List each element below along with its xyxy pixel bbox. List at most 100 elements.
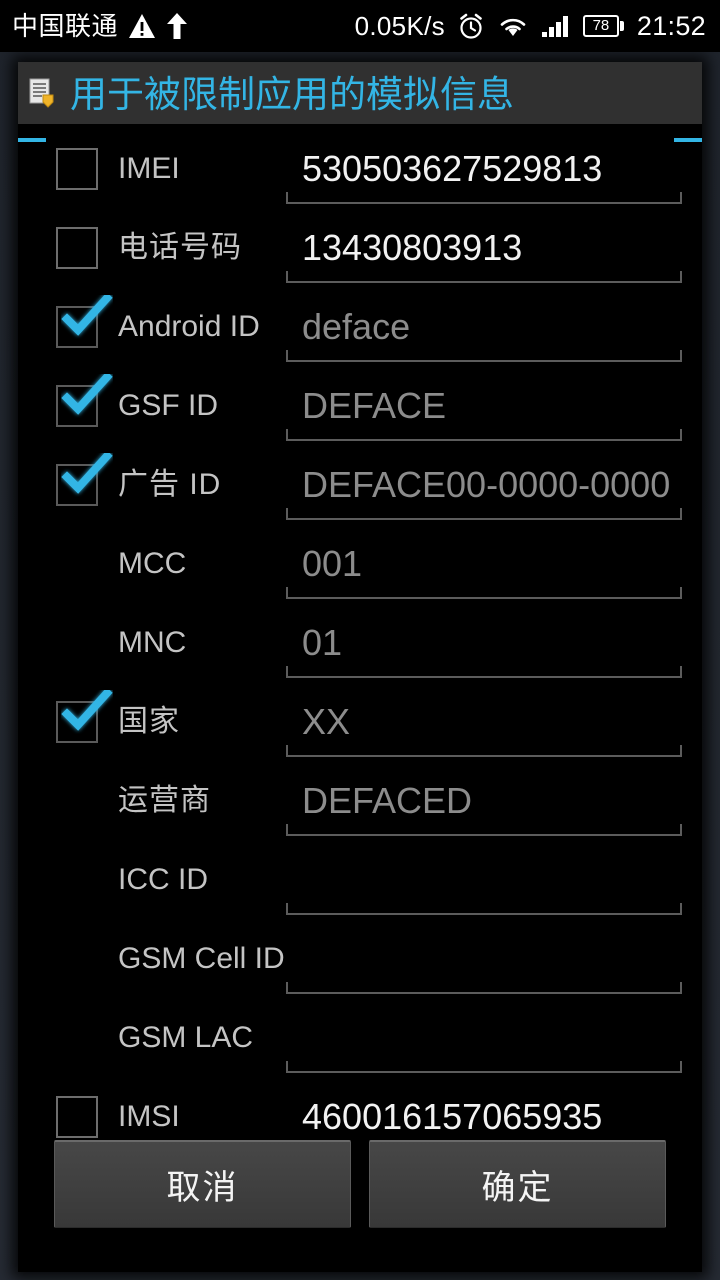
- input-underline-imei: [286, 192, 682, 204]
- input-value-ad-id: DEFACE00-0000-0000: [302, 464, 671, 505]
- input-gsm-cell-id[interactable]: [286, 928, 684, 1004]
- input-underline-country: [286, 745, 682, 757]
- input-country[interactable]: XX: [286, 691, 684, 767]
- settings-row-imei[interactable]: IMEI 530503627529813: [18, 138, 702, 217]
- row-label-country: 国家: [118, 705, 180, 738]
- document-badge-icon: [28, 78, 56, 108]
- check-mark-icon: [61, 374, 113, 415]
- settings-list[interactable]: IMEI 530503627529813 电话号码 13430803913 Androi…: [18, 124, 702, 1272]
- status-bar-right: 0.05K/s 78 21:52: [355, 12, 720, 40]
- input-underline-gsm-lac: [286, 1061, 682, 1073]
- dialog-title: 用于被限制应用的模拟信息: [70, 73, 514, 115]
- status-bar-left: 中国联通: [0, 12, 188, 40]
- settings-row-ad-id[interactable]: 广告 ID DEFACE00-0000-0000: [18, 453, 702, 533]
- input-operator[interactable]: DEFACED: [286, 770, 684, 846]
- input-icc-id[interactable]: [286, 849, 684, 925]
- status-bar: 中国联通 0.05K/s 78 21:52: [0, 0, 720, 52]
- check-mark-icon: [61, 295, 113, 336]
- input-gsm-lac[interactable]: [286, 1007, 684, 1083]
- checkbox-unchecked-icon: [56, 1096, 98, 1138]
- mock-info-dialog: 用于被限制应用的模拟信息 IMEI 530503627529813 电话号码 1343…: [18, 62, 702, 1272]
- settings-row-gsm-lac[interactable]: GSM LAC: [18, 1007, 702, 1086]
- android-screen: 中国联通 0.05K/s 78 21:52 用于被限制应用的模拟信息 IMEI …: [0, 0, 720, 1280]
- checkbox-country[interactable]: [56, 690, 118, 753]
- input-mcc[interactable]: 001: [286, 533, 684, 609]
- input-value-gsf-id: DEFACE: [302, 385, 447, 426]
- row-label-gsm-lac: GSM LAC: [118, 1021, 254, 1054]
- checkbox-checked-icon: [56, 295, 113, 348]
- checkbox-placeholder-gsm-lac: [56, 1007, 118, 1069]
- row-label-mnc: MNC: [118, 626, 187, 659]
- battery-icon: 78: [582, 13, 625, 39]
- checkbox-phone[interactable]: [56, 217, 118, 279]
- row-label-icc-id: ICC ID: [118, 863, 208, 896]
- settings-row-mnc[interactable]: MNC 01: [18, 612, 702, 691]
- row-label-ad-id: 广告 ID: [118, 468, 222, 501]
- settings-row-gsm-cell-id[interactable]: GSM Cell ID: [18, 928, 702, 1007]
- row-label-imei: IMEI: [118, 152, 180, 185]
- cellular-signal-icon: [541, 16, 568, 37]
- checkbox-unchecked-icon: [56, 148, 98, 190]
- battery-tip: [619, 21, 624, 31]
- settings-row-phone[interactable]: 电话号码 13430803913: [18, 217, 702, 296]
- input-underline-ad-id: [286, 508, 682, 520]
- input-value-mcc: 001: [302, 543, 363, 584]
- input-value-country: XX: [302, 701, 351, 742]
- input-phone[interactable]: 13430803913: [286, 217, 684, 293]
- input-value-imei: 530503627529813: [302, 148, 603, 189]
- checkbox-checked-icon: [56, 374, 113, 427]
- checkbox-checked-icon: [56, 453, 113, 506]
- row-label-gsm-cell-id: GSM Cell ID: [118, 942, 285, 975]
- settings-row-gsf-id[interactable]: GSF ID DEFACE: [18, 374, 702, 454]
- checkbox-android-id[interactable]: [56, 295, 118, 358]
- check-mark-icon: [61, 453, 113, 494]
- confirm-button[interactable]: 确定: [369, 1140, 666, 1228]
- input-underline-gsm-cell-id: [286, 982, 682, 994]
- checkbox-imei[interactable]: [56, 138, 118, 200]
- input-underline-mcc: [286, 587, 682, 599]
- title-divider-mask: [46, 135, 674, 144]
- checkbox-placeholder-gsm-cell-id: [56, 928, 118, 990]
- input-gsf-id[interactable]: DEFACE: [286, 375, 684, 451]
- warning-triangle-icon: [129, 14, 156, 38]
- clock-label: 21:52: [636, 10, 706, 41]
- checkbox-gsf-id[interactable]: [56, 374, 118, 437]
- row-label-android-id: Android ID: [118, 310, 260, 343]
- input-underline-operator: [286, 824, 682, 836]
- checkbox-placeholder-mcc: [56, 533, 118, 595]
- input-android-id[interactable]: deface: [286, 296, 684, 372]
- checkbox-placeholder-operator: [56, 770, 118, 832]
- input-imei[interactable]: 530503627529813: [286, 138, 684, 214]
- dialog-bottom-pad: [18, 1230, 702, 1272]
- wifi-icon: [500, 18, 526, 36]
- cancel-button[interactable]: 取消: [54, 1140, 351, 1228]
- checkbox-placeholder-icc-id: [56, 849, 118, 911]
- check-mark-icon: [61, 690, 113, 731]
- input-underline-mnc: [286, 666, 682, 678]
- checkbox-checked-icon: [56, 690, 113, 743]
- settings-row-android-id[interactable]: Android ID deface: [18, 295, 702, 375]
- upload-arrow-icon: [167, 13, 188, 39]
- input-value-imsi: 460016157065935: [302, 1096, 603, 1137]
- row-label-operator: 运营商: [118, 784, 211, 817]
- input-underline-gsf-id: [286, 429, 682, 441]
- dialog-button-bar: 取消 确定: [18, 1140, 702, 1228]
- battery-level-label: 78: [592, 17, 610, 34]
- row-label-phone: 电话号码: [118, 231, 242, 264]
- input-value-android-id: deface: [302, 306, 411, 347]
- input-ad-id[interactable]: DEFACE00-0000-0000: [286, 454, 684, 530]
- checkbox-unchecked-icon: [56, 227, 98, 269]
- settings-row-mcc[interactable]: MCC 001: [18, 533, 702, 612]
- carrier-label: 中国联通: [12, 11, 119, 41]
- checkbox-ad-id[interactable]: [56, 453, 118, 516]
- row-label-imsi: IMSI: [118, 1100, 180, 1133]
- alarm-clock-icon: [460, 13, 482, 39]
- settings-row-operator[interactable]: 运营商 DEFACED: [18, 770, 702, 849]
- row-label-gsf-id: GSF ID: [118, 389, 219, 422]
- input-mnc[interactable]: 01: [286, 612, 684, 688]
- input-underline-android-id: [286, 350, 682, 362]
- settings-row-country[interactable]: 国家 XX: [18, 690, 702, 770]
- input-value-mnc: 01: [302, 622, 343, 663]
- checkbox-imsi[interactable]: [56, 1086, 118, 1148]
- settings-row-icc-id[interactable]: ICC ID: [18, 849, 702, 928]
